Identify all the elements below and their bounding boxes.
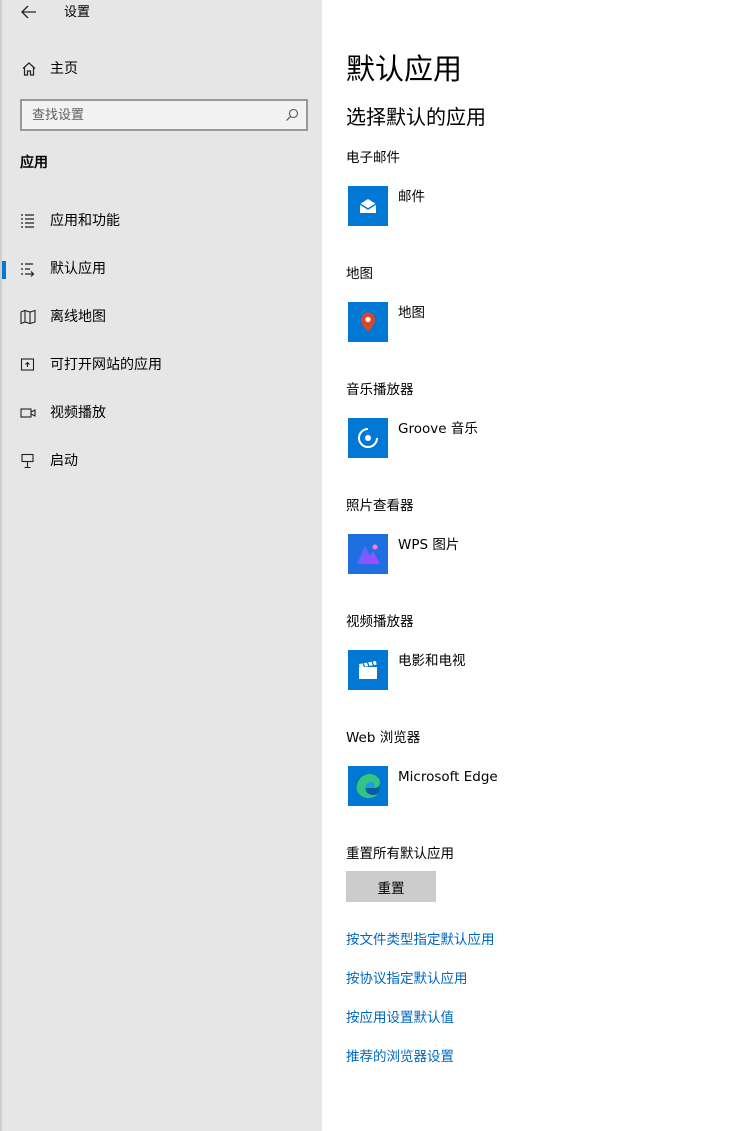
- sidebar-item-label: 启动: [50, 453, 78, 469]
- selected-indicator: [2, 261, 6, 279]
- default-app-email[interactable]: 邮件: [346, 184, 646, 228]
- category-label-photo-viewer: 照片查看器: [346, 498, 414, 514]
- app-name: 电影和电视: [398, 653, 466, 669]
- default-app-photo-viewer[interactable]: WPS 图片: [346, 532, 646, 576]
- mail-app-icon: [348, 186, 388, 226]
- default-app-web-browser[interactable]: Microsoft Edge: [346, 764, 646, 808]
- default-app-maps[interactable]: 地图: [346, 300, 646, 344]
- search-icon[interactable]: [284, 107, 300, 123]
- default-apps-icon: [19, 261, 37, 277]
- sidebar-item-offline-maps[interactable]: 离线地图: [2, 301, 322, 333]
- main-content: 默认应用 选择默认的应用 电子邮件 邮件 地图 地图 音乐播放器 Groove …: [322, 0, 754, 1131]
- sidebar-item-default-apps[interactable]: 默认应用: [2, 253, 322, 285]
- sidebar-item-video-playback[interactable]: 视频播放: [2, 397, 322, 429]
- sidebar-item-label: 默认应用: [50, 261, 106, 277]
- link-defaults-by-app[interactable]: 按应用设置默认值: [346, 1009, 454, 1027]
- link-defaults-by-file-type[interactable]: 按文件类型指定默认应用: [346, 931, 495, 949]
- category-label-web-browser: Web 浏览器: [346, 730, 421, 746]
- default-app-video-player[interactable]: 电影和电视: [346, 648, 646, 692]
- page-title: 默认应用: [346, 52, 463, 86]
- reset-defaults-label: 重置所有默认应用: [346, 846, 454, 862]
- sidebar-item-apps-features[interactable]: 应用和功能: [2, 205, 322, 237]
- category-label-email: 电子邮件: [346, 150, 400, 166]
- edge-browser-icon: [348, 766, 388, 806]
- app-name: WPS 图片: [398, 537, 460, 553]
- default-app-music-player[interactable]: Groove 音乐: [346, 416, 646, 460]
- page-subtitle: 选择默认的应用: [346, 105, 486, 129]
- sidebar: 设置 主页 应用 应用和功能 默认应用 离线地图: [0, 0, 322, 1131]
- app-name: 邮件: [398, 189, 425, 205]
- maps-app-icon: [348, 302, 388, 342]
- groove-music-icon: [348, 418, 388, 458]
- open-website-icon: [19, 357, 37, 373]
- category-label-video-player: 视频播放器: [346, 614, 414, 630]
- category-label-maps: 地图: [346, 266, 373, 282]
- video-camera-icon: [19, 405, 37, 421]
- back-arrow-icon[interactable]: [18, 2, 40, 22]
- offline-map-icon: [19, 309, 37, 325]
- app-name: Groove 音乐: [398, 421, 478, 437]
- sidebar-item-home[interactable]: 主页: [2, 56, 322, 82]
- reset-button[interactable]: 重置: [346, 871, 436, 902]
- search-input[interactable]: [22, 101, 280, 129]
- sidebar-item-label: 可打开网站的应用: [50, 357, 162, 373]
- wps-pictures-icon: [348, 534, 388, 574]
- search-box[interactable]: [20, 99, 308, 131]
- sidebar-item-apps-for-websites[interactable]: 可打开网站的应用: [2, 349, 322, 381]
- sidebar-item-label: 主页: [50, 61, 78, 77]
- app-name: 地图: [398, 305, 425, 321]
- sidebar-item-label: 离线地图: [50, 309, 106, 325]
- sidebar-item-startup[interactable]: 启动: [2, 445, 322, 477]
- home-icon: [20, 60, 38, 78]
- app-name: Microsoft Edge: [398, 769, 498, 785]
- link-recommended-browser-settings[interactable]: 推荐的浏览器设置: [346, 1048, 454, 1066]
- sidebar-item-label: 应用和功能: [50, 213, 120, 229]
- category-label-music-player: 音乐播放器: [346, 382, 414, 398]
- link-defaults-by-protocol[interactable]: 按协议指定默认应用: [346, 970, 468, 988]
- window-title: 设置: [64, 5, 91, 20]
- sidebar-section-heading: 应用: [20, 155, 48, 171]
- movies-tv-icon: [348, 650, 388, 690]
- apps-list-icon: [19, 213, 37, 229]
- sidebar-item-label: 视频播放: [50, 405, 106, 421]
- startup-icon: [19, 453, 37, 469]
